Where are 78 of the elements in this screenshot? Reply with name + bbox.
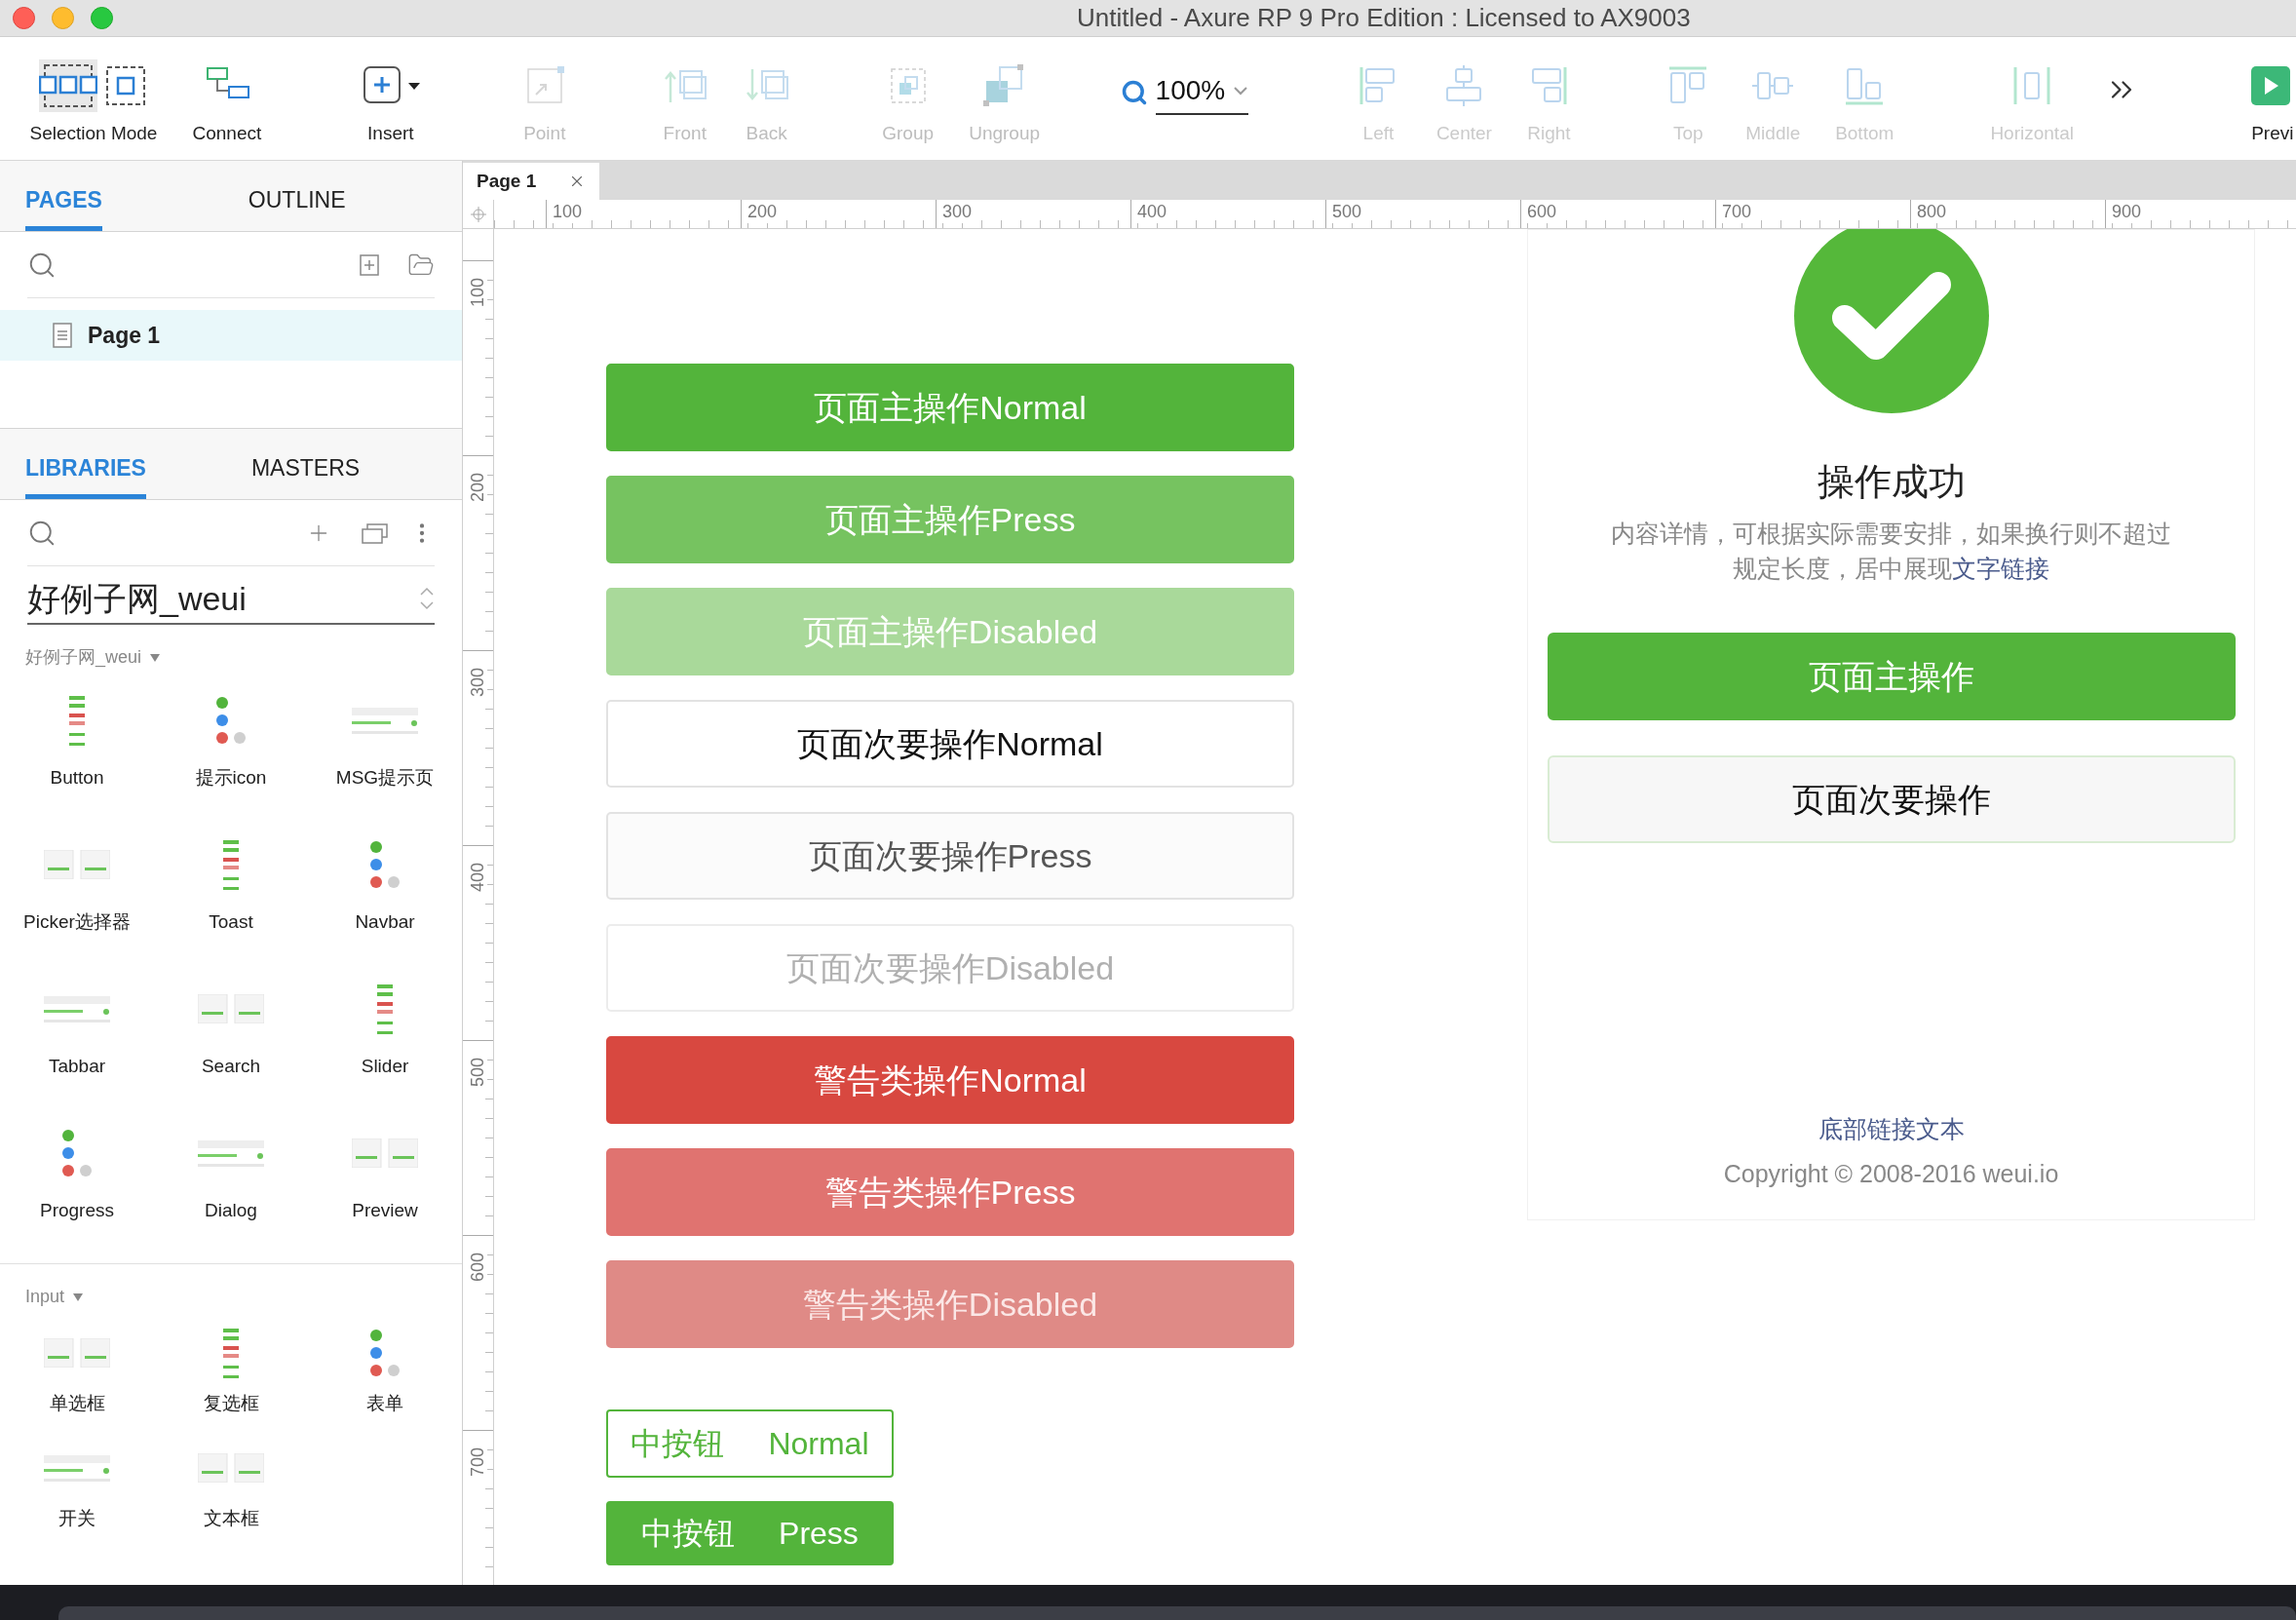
widget-thumbnail — [44, 1338, 110, 1368]
widget-label[interactable]: Progress — [40, 1197, 114, 1225]
widget-label[interactable]: Preview — [352, 1197, 418, 1225]
section-title[interactable]: Input — [25, 1284, 65, 1310]
copyright-text: Copyright © 2008-2016 weui.io — [1723, 1158, 2059, 1189]
widget-thumbnail — [223, 1328, 239, 1378]
play-icon — [2251, 66, 2291, 105]
widget-thumbnail — [370, 841, 400, 888]
text-link[interactable]: 文字链接 — [1952, 555, 2049, 582]
widget-label[interactable]: 表单 — [366, 1390, 403, 1418]
widget-thumbnail — [352, 707, 418, 734]
mode-button[interactable]: Selection Mode — [19, 57, 168, 148]
selection-mode-icon — [38, 59, 97, 112]
widget-label[interactable]: Tabbar — [48, 1053, 106, 1081]
search-icon — [1120, 79, 1148, 106]
widget-label[interactable]: Picker选择器 — [23, 908, 131, 937]
widget-thumbnail — [44, 850, 110, 879]
widget-thumbnail — [216, 697, 246, 744]
ruler-label: 500 — [468, 1058, 488, 1087]
ruler-label: 700 — [468, 1447, 488, 1477]
widget-label[interactable]: 开关 — [58, 1505, 96, 1533]
canvas-button[interactable]: 警告类操作Normal — [606, 1036, 1294, 1124]
message-button[interactable]: 页面次要操作 — [1547, 755, 2236, 843]
page-item[interactable]: Page 1 — [0, 310, 462, 361]
up-down-chevron-icon — [419, 586, 435, 611]
widget-thumbnail — [198, 994, 264, 1023]
chevron-down-icon — [1233, 85, 1249, 96]
widget-label[interactable]: Search — [201, 1053, 261, 1081]
ruler-label: 400 — [468, 863, 488, 892]
widget-thumbnail — [352, 1138, 418, 1168]
canvas-button[interactable]: 页面次要操作Press — [606, 812, 1294, 900]
widget-thumbnail — [62, 1130, 92, 1176]
ruler-label: 300 — [468, 668, 488, 697]
widget-thumbnail — [223, 839, 239, 890]
widget-label[interactable]: Button — [50, 764, 104, 792]
widget-label[interactable]: Dialog — [205, 1197, 257, 1225]
message-description: 内容详情，可根据实际需要安排，如果换行则不超过规定长度，居中展现文字链接 — [1610, 519, 2172, 584]
widget-label[interactable]: MSG提示页 — [335, 764, 435, 792]
widget-label[interactable]: Slider — [361, 1053, 409, 1081]
library-dropdown[interactable]: 好例子网_weui — [27, 574, 435, 625]
crosshair-icon — [469, 205, 487, 223]
mode-button[interactable]: Connect — [185, 57, 268, 148]
maximize-window-icon[interactable] — [91, 7, 113, 29]
panel-tab[interactable]: PAGES — [25, 182, 102, 231]
widget-thumbnail — [44, 995, 110, 1022]
page-icon — [53, 323, 72, 348]
ruler-label: 200 — [468, 473, 488, 502]
widget-label[interactable]: 复选框 — [203, 1390, 259, 1418]
canvas-button[interactable]: 页面次要操作Normal — [606, 700, 1294, 788]
ruler-label: 100 — [468, 278, 488, 307]
widget-thumbnail — [198, 1453, 264, 1483]
caret-icon[interactable] — [149, 652, 162, 663]
widget-thumbnail — [69, 695, 85, 746]
close-window-icon[interactable] — [13, 7, 35, 29]
section-title[interactable]: 好例子网_weui — [25, 644, 142, 671]
panel-tab[interactable]: OUTLINE — [248, 182, 346, 231]
caret-icon — [406, 81, 421, 91]
widget-thumbnail — [370, 1330, 400, 1376]
widget-label[interactable]: Toast — [209, 908, 253, 937]
footer-link[interactable]: 底部链接文本 — [1818, 1111, 1965, 1148]
widget-thumbnail — [198, 1139, 264, 1167]
preview-button[interactable]: Previ — [2251, 57, 2296, 148]
caret-icon[interactable] — [72, 1292, 85, 1302]
widget-label[interactable]: Navbar — [355, 908, 415, 937]
widget-thumbnail — [44, 1454, 110, 1482]
message-title: 操作成功 — [1817, 460, 1966, 504]
widget-thumbnail — [377, 984, 393, 1034]
window-title: Untitled - Axure RP 9 Pro Edition : Licensed to AX9003 — [1077, 2, 1691, 34]
widget-label[interactable]: 单选框 — [49, 1390, 105, 1418]
panel-tab[interactable]: MASTERS — [250, 450, 361, 499]
widget-label[interactable]: 文本框 — [203, 1505, 259, 1533]
widget-label[interactable]: 提示icon — [195, 764, 267, 792]
ruler-label: 600 — [468, 1253, 488, 1282]
add-page-icon[interactable] — [359, 252, 380, 277]
panel-tab[interactable]: LIBRARIES — [25, 450, 146, 499]
document-tab[interactable]: Page 1 — [463, 163, 599, 200]
toolbar-button[interactable]: Insert — [349, 57, 432, 148]
zoom-field[interactable]: 100% — [1120, 70, 1267, 115]
